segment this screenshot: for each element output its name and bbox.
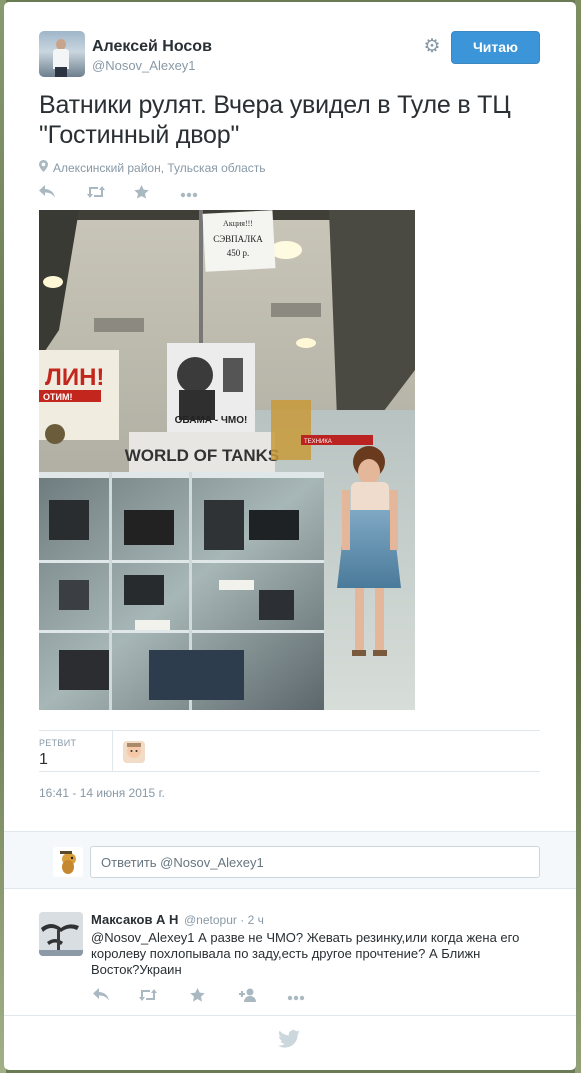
favorite-icon[interactable]: [134, 185, 149, 203]
reply-tweet[interactable]: Максаков А Н @netopur · 2 ч @Nosov_Alexe…: [4, 900, 576, 1016]
photo-sign-line-3: 450 р.: [227, 248, 250, 258]
photo-sign-line-1: Акция!!!: [223, 219, 253, 228]
reply-author-name[interactable]: Максаков А Н: [91, 912, 178, 927]
photo-left-sign: ЛИН!: [45, 364, 104, 391]
reply-author-handle: @netopur · 2 ч: [184, 913, 264, 927]
follow-button[interactable]: Читаю: [451, 31, 540, 64]
reply-author-avatar[interactable]: [39, 912, 83, 956]
photo-left-sign-sub: ОТИМ!: [43, 392, 72, 402]
retweet-icon[interactable]: [86, 185, 106, 203]
retweet-label: РЕТВИТ: [39, 738, 77, 748]
stats-divider: [112, 731, 113, 772]
gear-icon[interactable]: ⚙: [422, 37, 442, 57]
retweeter-avatar[interactable]: [123, 741, 145, 763]
retweet-icon[interactable]: [138, 988, 158, 1006]
tweet-stats: РЕТВИТ 1: [39, 730, 540, 772]
tweet-permalink-card: Алексей Носов @Nosov_Alexey1 ⚙ Читаю Ват…: [4, 2, 576, 1070]
retweet-count[interactable]: 1: [39, 751, 48, 769]
photo-store-sign: ТЕХНИКА: [304, 439, 332, 445]
photo-poster-text: ОБАМА - ЧМО!: [175, 415, 248, 426]
photo-sign-line-2: СЭВПАЛКА: [213, 234, 263, 244]
tweet-timestamp[interactable]: 16:41 - 14 июня 2015 г.: [39, 786, 165, 800]
twitter-bird-icon[interactable]: [278, 1030, 300, 1048]
reply-icon[interactable]: [93, 988, 109, 1006]
author-name[interactable]: Алексей Носов: [92, 38, 212, 56]
tweet-photo[interactable]: Акция!!! СЭВПАЛКА 450 р. ОБАМА - ЧМО! ЛИ…: [39, 210, 415, 710]
more-icon[interactable]: [287, 988, 305, 1005]
avatar-person: [53, 39, 69, 77]
tweet-location[interactable]: Алексинский район, Тульская область: [39, 160, 266, 175]
reply-input[interactable]: Ответить @Nosov_Alexey1: [90, 846, 540, 878]
reply-time[interactable]: · 2 ч: [240, 913, 264, 927]
author-avatar[interactable]: [39, 31, 85, 77]
location-pin-icon: [39, 160, 48, 175]
reply-icon[interactable]: [39, 185, 55, 203]
author-handle[interactable]: @Nosov_Alexey1: [92, 58, 196, 73]
reply-box-area: Ответить @Nosov_Alexey1: [4, 831, 576, 889]
current-user-avatar: [53, 847, 83, 877]
photo-banner-text: WORLD OF TANKS: [125, 446, 280, 465]
follow-user-icon[interactable]: [239, 988, 257, 1006]
reply-text: @Nosov_Alexey1 А разве не ЧМО? Жевать ре…: [91, 930, 520, 977]
more-icon[interactable]: [180, 185, 198, 202]
location-text: Алексинский район, Тульская область: [53, 161, 266, 175]
reply-handle-text[interactable]: @netopur: [184, 913, 237, 927]
favorite-icon[interactable]: [190, 988, 205, 1006]
tweet-text: Ватники рулят. Вчера увидел в Туле в ТЦ …: [39, 91, 511, 149]
